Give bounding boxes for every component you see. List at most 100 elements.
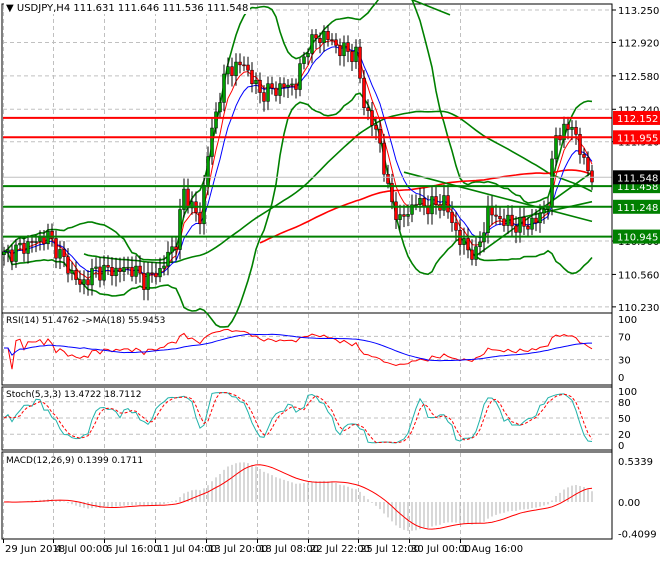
candle-body (146, 272, 150, 290)
candle-body (206, 156, 210, 186)
candle-body (78, 279, 82, 285)
candle-body (266, 83, 270, 102)
candle-body (62, 249, 66, 257)
candle-body (586, 157, 590, 172)
candle-body (122, 267, 126, 272)
candle-body (282, 83, 286, 88)
stoch-axis-label: 80 (618, 398, 631, 409)
candle-body (574, 126, 578, 135)
candle-body (162, 265, 166, 269)
collapse-triangle-icon[interactable]: ▼ (6, 3, 14, 14)
candle-body (166, 251, 170, 267)
chart-canvas[interactable]: 29 Jun 20184 Jul 00:006 Jul 16:0011 Jul … (0, 0, 660, 560)
stoch-axis-label: 100 (618, 387, 637, 398)
candle-body (430, 196, 434, 215)
candle-body (198, 212, 202, 225)
candle-body (14, 244, 18, 262)
level-label: 111.248 (617, 203, 658, 214)
candle-body (366, 107, 370, 111)
candle-body (54, 238, 58, 259)
stoch-axis-label: 50 (618, 414, 631, 425)
candle-body (294, 83, 298, 90)
candle-body (450, 211, 454, 223)
candle-body (418, 198, 422, 205)
candle-body (534, 217, 538, 224)
candle-body (478, 241, 482, 247)
price-label: 113.250 (618, 6, 659, 17)
candle-body (270, 83, 274, 89)
candle-body (318, 38, 322, 43)
candle-body (142, 272, 146, 290)
candle-body (394, 201, 398, 220)
candle-body (378, 128, 382, 144)
candle-body (70, 270, 74, 274)
chart-window: 29 Jun 2018 4 Jul 00:00 6 Jul 16:00 11 Jul … (0, 0, 660, 560)
candle-body (358, 46, 362, 79)
candle-body (386, 173, 390, 184)
candle-body (486, 205, 490, 233)
candle-body (286, 84, 290, 88)
candle-body (150, 272, 154, 275)
level-label: 112.152 (617, 114, 658, 125)
candle-body (242, 64, 246, 67)
macd-axis-label: 0.5339 (618, 457, 653, 468)
candle-body (462, 238, 466, 245)
candle-body (334, 39, 338, 46)
candle-body (178, 209, 182, 250)
candle-body (126, 266, 130, 269)
level-label: 111.955 (617, 133, 658, 144)
candle-body (354, 46, 358, 62)
candle-body (290, 83, 294, 86)
macd-axis-label: 0.00 (618, 498, 640, 509)
candle-body (502, 218, 506, 226)
candle-body (522, 216, 526, 227)
candle-body (554, 135, 558, 160)
candle-body (422, 198, 426, 207)
candle-body (446, 195, 450, 213)
candle-body (374, 125, 378, 130)
candle-body (454, 222, 458, 231)
candle-body (134, 265, 138, 277)
candle-body (550, 158, 554, 207)
price-label: 112.580 (618, 72, 659, 83)
rsi-axis-label: 70 (618, 332, 631, 343)
candle-body (246, 64, 250, 71)
candle-body (382, 142, 386, 175)
price-label: 110.230 (618, 303, 659, 314)
candle-body (350, 51, 354, 62)
candle-body (234, 61, 238, 76)
candle-body (506, 214, 510, 226)
candle-body (442, 195, 446, 211)
macd-axis-label: -0.4099 (618, 530, 657, 541)
candle-body (330, 39, 334, 41)
time-label: 1 Aug 16:00 (462, 544, 523, 555)
candle-body (10, 249, 14, 262)
candle-body (2, 251, 6, 256)
candle-body (214, 111, 218, 129)
candle-body (254, 79, 258, 85)
symbol-label: USDJPY,H4 (16, 3, 71, 14)
stoch-label: Stoch(5,3,3) 13.4722 18.7112 (6, 390, 142, 400)
candle-body (90, 268, 94, 286)
pane-main (1, 3, 613, 315)
candle-body (306, 53, 310, 58)
candle-body (58, 249, 62, 259)
candle-body (466, 238, 470, 251)
candle-body (362, 77, 366, 108)
candle-body (566, 123, 570, 130)
candle-body (66, 256, 70, 274)
candle-body (130, 266, 134, 277)
candle-body (86, 279, 90, 286)
candle-body (174, 246, 178, 250)
candle (550, 150, 554, 216)
rsi-axis-label: 100 (618, 315, 637, 326)
rsi-axis-label: 30 (618, 356, 631, 367)
candle-body (114, 267, 118, 277)
time-label: 6 Jul 16:00 (106, 544, 160, 555)
stoch-axis-label: 0 (618, 441, 624, 452)
candle-body (338, 45, 342, 57)
current-price-label: 111.548 (617, 173, 658, 184)
candle-body (498, 215, 502, 220)
candle-body (30, 241, 34, 243)
candle-body (34, 241, 38, 243)
